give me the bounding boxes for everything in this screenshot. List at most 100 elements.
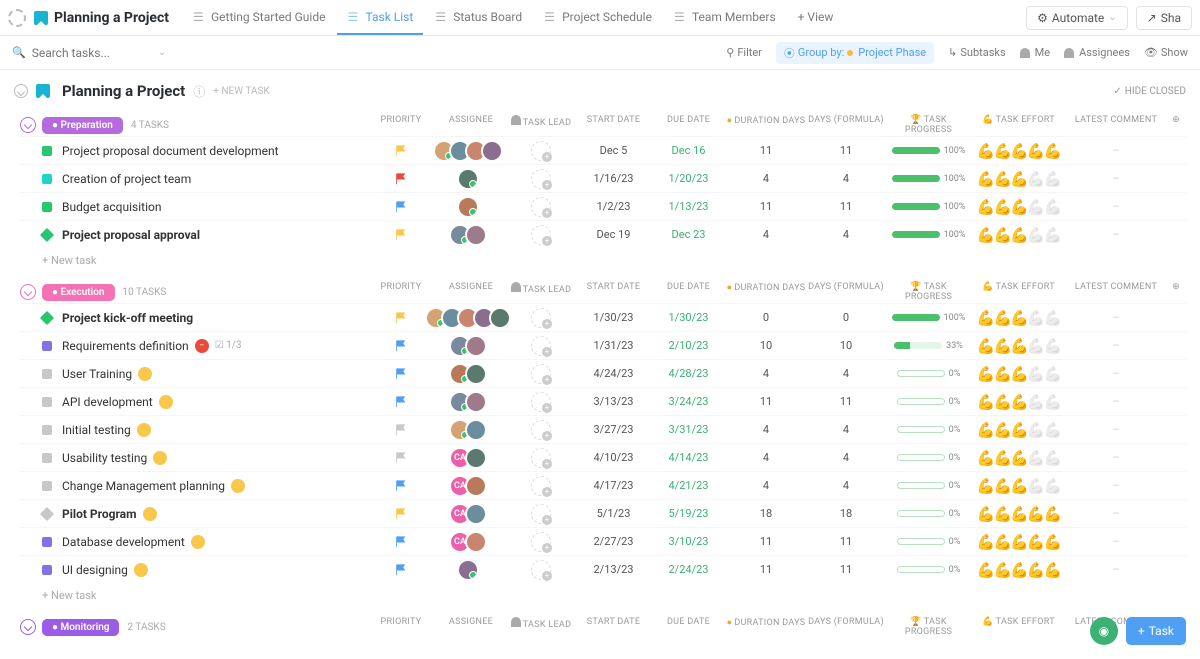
search-input[interactable] bbox=[32, 46, 152, 60]
status-icon[interactable] bbox=[40, 227, 54, 241]
task-row[interactable]: Creation of project team 1/16/23 1/20/23… bbox=[20, 164, 1186, 192]
avatar[interactable] bbox=[465, 531, 487, 553]
task-row[interactable]: Pilot Program CA 5/1/23 5/19/23 18 18 0%… bbox=[20, 499, 1186, 527]
latest-comment[interactable]: – bbox=[1066, 451, 1166, 464]
assignee-avatars[interactable] bbox=[455, 335, 487, 357]
group-collapse-icon[interactable] bbox=[20, 619, 36, 635]
due-date[interactable]: 1/13/23 bbox=[651, 200, 726, 213]
task-effort[interactable]: 💪💪💪💪💪 bbox=[971, 142, 1066, 160]
add-view-button[interactable]: + View bbox=[788, 0, 844, 35]
task-row[interactable]: User Training 4/24/23 4/28/23 4 4 0% 💪💪💪… bbox=[20, 359, 1186, 387]
task-row[interactable]: Initial testing 3/27/23 3/31/23 4 4 0% 💪… bbox=[20, 415, 1186, 443]
task-effort[interactable]: 💪💪💪💪💪 bbox=[971, 477, 1066, 495]
status-icon[interactable] bbox=[42, 453, 52, 463]
assignees-button[interactable]: Assignees bbox=[1064, 46, 1130, 59]
priority-flag-icon[interactable] bbox=[394, 228, 408, 242]
due-date[interactable]: 5/19/23 bbox=[651, 507, 726, 520]
task-name[interactable]: Budget acquisition bbox=[62, 200, 366, 214]
start-date[interactable]: 4/10/23 bbox=[576, 451, 651, 464]
assignee-avatars[interactable] bbox=[455, 224, 487, 246]
task-name[interactable]: Database development bbox=[62, 535, 366, 549]
task-name[interactable]: Requirements definition − ☑ 1/3 bbox=[62, 339, 366, 353]
priority-flag-icon[interactable] bbox=[394, 563, 408, 577]
priority-flag-icon[interactable] bbox=[394, 172, 408, 186]
search-chevron-icon[interactable]: ⌄ bbox=[158, 47, 166, 58]
task-lead-add[interactable] bbox=[531, 308, 551, 328]
start-date[interactable]: 2/27/23 bbox=[576, 535, 651, 548]
task-progress[interactable]: 0% bbox=[886, 481, 971, 491]
task-name[interactable]: API development bbox=[62, 395, 366, 409]
priority-flag-icon[interactable] bbox=[394, 144, 408, 158]
avatar[interactable] bbox=[457, 196, 479, 218]
task-effort[interactable]: 💪💪💪💪💪 bbox=[971, 309, 1066, 327]
status-icon[interactable] bbox=[42, 565, 52, 575]
avatar[interactable] bbox=[465, 391, 487, 413]
task-name[interactable]: Creation of project team bbox=[62, 172, 366, 186]
task-name[interactable]: Project proposal approval bbox=[62, 228, 366, 242]
due-date[interactable]: 4/14/23 bbox=[651, 451, 726, 464]
task-effort[interactable]: 💪💪💪💪💪 bbox=[971, 561, 1066, 579]
due-date[interactable]: 3/10/23 bbox=[651, 535, 726, 548]
task-progress[interactable]: 100% bbox=[886, 174, 971, 184]
status-icon[interactable] bbox=[42, 369, 52, 379]
latest-comment[interactable]: – bbox=[1066, 200, 1166, 213]
assignee-avatars[interactable]: CA bbox=[455, 475, 487, 497]
latest-comment[interactable]: – bbox=[1066, 563, 1166, 576]
task-row[interactable]: Usability testing CA 4/10/23 4/14/23 4 4… bbox=[20, 443, 1186, 471]
task-name[interactable]: Change Management planning bbox=[62, 479, 366, 493]
start-date[interactable]: 4/17/23 bbox=[576, 479, 651, 492]
start-date[interactable]: 3/27/23 bbox=[576, 423, 651, 436]
task-effort[interactable]: 💪💪💪💪💪 bbox=[971, 393, 1066, 411]
collapse-all-icon[interactable] bbox=[14, 84, 28, 98]
task-effort[interactable]: 💪💪💪💪💪 bbox=[971, 533, 1066, 551]
new-task-button[interactable]: + New task bbox=[20, 248, 1186, 271]
due-date[interactable]: 4/21/23 bbox=[651, 479, 726, 492]
start-date[interactable]: 1/2/23 bbox=[576, 200, 651, 213]
status-icon[interactable] bbox=[40, 506, 54, 520]
priority-flag-icon[interactable] bbox=[394, 535, 408, 549]
latest-comment[interactable]: – bbox=[1066, 228, 1166, 241]
task-progress[interactable]: 0% bbox=[886, 369, 971, 379]
add-column-icon[interactable]: ⊕ bbox=[1166, 115, 1186, 135]
tab-project-schedule[interactable]: ☰Project Schedule bbox=[534, 0, 662, 35]
filter-button[interactable]: ⚲Filter bbox=[726, 46, 762, 59]
task-name[interactable]: Project proposal document development bbox=[62, 144, 366, 158]
groupby-button[interactable]: ⦿Group by: Project Phase bbox=[776, 42, 934, 64]
task-progress[interactable]: 0% bbox=[886, 509, 971, 519]
latest-comment[interactable]: – bbox=[1066, 507, 1166, 520]
priority-flag-icon[interactable] bbox=[394, 423, 408, 437]
start-date[interactable]: 2/13/23 bbox=[576, 563, 651, 576]
task-effort[interactable]: 💪💪💪💪💪 bbox=[971, 337, 1066, 355]
start-date[interactable]: 5/1/23 bbox=[576, 507, 651, 520]
due-date[interactable]: 1/30/23 bbox=[651, 311, 726, 324]
priority-flag-icon[interactable] bbox=[394, 311, 408, 325]
task-name[interactable]: Project kick-off meeting bbox=[62, 311, 366, 325]
due-date[interactable]: 4/28/23 bbox=[651, 367, 726, 380]
fab-task-button[interactable]: +Task bbox=[1126, 617, 1186, 645]
status-icon[interactable] bbox=[42, 481, 52, 491]
task-row[interactable]: Project proposal approval Dec 19 Dec 23 … bbox=[20, 220, 1186, 248]
info-icon[interactable]: ⓘ bbox=[193, 83, 205, 100]
due-date[interactable]: Dec 16 bbox=[651, 144, 726, 157]
start-date[interactable]: Dec 5 bbox=[576, 144, 651, 157]
assignee-avatars[interactable] bbox=[463, 196, 479, 218]
status-icon[interactable] bbox=[42, 537, 52, 547]
due-date[interactable]: 3/31/23 bbox=[651, 423, 726, 436]
task-name[interactable]: UI designing bbox=[62, 563, 366, 577]
start-date[interactable]: 1/30/23 bbox=[576, 311, 651, 324]
priority-flag-icon[interactable] bbox=[394, 395, 408, 409]
tab-task-list[interactable]: ☰Task List bbox=[337, 0, 423, 35]
latest-comment[interactable]: – bbox=[1066, 423, 1166, 436]
task-name[interactable]: Pilot Program bbox=[62, 507, 366, 521]
start-date[interactable]: Dec 19 bbox=[576, 228, 651, 241]
latest-comment[interactable]: – bbox=[1066, 311, 1166, 324]
priority-flag-icon[interactable] bbox=[394, 451, 408, 465]
group-pill[interactable]: ● Execution bbox=[42, 284, 115, 301]
latest-comment[interactable]: – bbox=[1066, 172, 1166, 185]
hide-closed-button[interactable]: ✓HIDE CLOSED bbox=[1113, 86, 1186, 97]
due-date[interactable]: 2/10/23 bbox=[651, 339, 726, 352]
task-effort[interactable]: 💪💪💪💪💪 bbox=[971, 226, 1066, 244]
assignee-avatars[interactable] bbox=[463, 559, 479, 581]
task-lead-add[interactable] bbox=[531, 225, 551, 245]
task-progress[interactable]: 0% bbox=[886, 425, 971, 435]
